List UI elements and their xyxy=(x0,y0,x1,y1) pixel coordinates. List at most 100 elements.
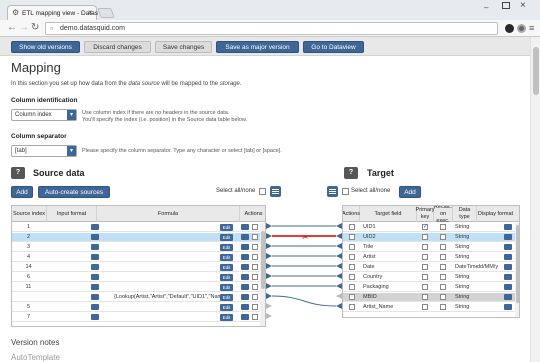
edit-formula-button[interactable]: Edit xyxy=(220,304,233,311)
target-row[interactable]: Artist String xyxy=(343,253,515,262)
save-changes-button[interactable]: Save changes xyxy=(155,41,212,53)
target-connector-nub[interactable] xyxy=(336,303,342,309)
row-select-checkbox[interactable] xyxy=(349,234,355,240)
target-add-button[interactable]: Add xyxy=(399,186,421,198)
window-close-icon[interactable]: × xyxy=(520,0,526,11)
primary-key-checkbox[interactable] xyxy=(422,304,428,310)
row-select-checkbox[interactable] xyxy=(349,264,355,270)
target-row[interactable]: Country String xyxy=(343,273,515,282)
reload-icon[interactable]: ↻ xyxy=(31,22,39,33)
row-select-checkbox[interactable] xyxy=(349,254,355,260)
row-select-checkbox[interactable] xyxy=(252,314,258,320)
input-format-button[interactable] xyxy=(91,294,99,300)
recalc-checkbox[interactable] xyxy=(440,234,446,240)
edit-formula-button[interactable]: Edit xyxy=(220,254,233,261)
close-icon[interactable]: × xyxy=(88,8,93,17)
row-action-button[interactable] xyxy=(504,274,512,280)
browser-tab[interactable]: ⚙ ETL mapping view - Datas × xyxy=(7,5,98,20)
target-connector-nub[interactable] xyxy=(336,253,342,259)
edit-formula-button[interactable]: Edit xyxy=(220,274,233,281)
target-row[interactable]: UID2 String xyxy=(343,233,515,242)
list-icon[interactable] xyxy=(270,186,281,197)
auto-create-sources-button[interactable]: Auto-create sources xyxy=(38,186,110,198)
column-separator-select[interactable]: [tab] ▾ xyxy=(11,145,77,157)
target-row[interactable]: UID1 String xyxy=(343,223,515,232)
row-action-button[interactable] xyxy=(504,244,512,250)
target-row[interactable]: Packaging String xyxy=(343,283,515,292)
primary-key-checkbox[interactable] xyxy=(422,234,428,240)
extension-icon-2[interactable] xyxy=(517,24,526,33)
primary-key-checkbox[interactable] xyxy=(422,264,428,270)
row-action-button[interactable] xyxy=(504,234,512,240)
page-scrollbar[interactable] xyxy=(530,37,540,362)
edit-formula-button[interactable]: Edit xyxy=(220,284,233,291)
target-row[interactable]: Artist_Name String xyxy=(343,303,515,312)
row-action-button[interactable] xyxy=(241,224,249,230)
target-connector-nub[interactable] xyxy=(336,293,342,299)
row-action-button[interactable] xyxy=(504,294,512,300)
source-connector-nub[interactable] xyxy=(266,313,272,319)
source-help-button[interactable]: ? xyxy=(11,167,25,179)
input-format-button[interactable] xyxy=(91,224,99,230)
row-select-checkbox[interactable] xyxy=(252,264,258,270)
input-format-button[interactable] xyxy=(91,284,99,290)
row-action-button[interactable] xyxy=(241,304,249,310)
source-row[interactable]: 3 Edit xyxy=(12,243,260,252)
target-row[interactable]: MBID String xyxy=(343,293,515,302)
recalc-checkbox[interactable] xyxy=(440,274,446,280)
row-action-button[interactable] xyxy=(241,234,249,240)
target-connector-nub[interactable] xyxy=(336,223,342,229)
row-select-checkbox[interactable] xyxy=(349,274,355,280)
edit-formula-button[interactable]: Edit xyxy=(220,294,233,301)
target-connector-nub[interactable] xyxy=(336,273,342,279)
row-select-checkbox[interactable] xyxy=(252,244,258,250)
recalc-checkbox[interactable] xyxy=(440,284,446,290)
input-format-button[interactable] xyxy=(91,244,99,250)
column-identification-select[interactable]: Column index ▾ xyxy=(11,109,77,121)
target-help-button[interactable]: ? xyxy=(344,167,358,179)
source-connector-nub[interactable] xyxy=(266,283,272,289)
discard-changes-button[interactable]: Discard changes xyxy=(84,41,151,53)
recalc-checkbox[interactable] xyxy=(440,294,446,300)
row-select-checkbox[interactable] xyxy=(252,294,258,300)
target-connector-nub[interactable] xyxy=(336,233,342,239)
target-connector-nub[interactable] xyxy=(336,243,342,249)
source-select-all-checkbox[interactable] xyxy=(259,188,266,195)
input-format-button[interactable] xyxy=(91,274,99,280)
edit-formula-button[interactable]: Edit xyxy=(220,264,233,271)
source-connector-nub[interactable] xyxy=(266,253,272,259)
edit-formula-button[interactable]: Edit xyxy=(220,224,233,231)
scissors-icon[interactable]: ✂ xyxy=(302,233,309,242)
row-select-checkbox[interactable] xyxy=(349,304,355,310)
edit-formula-button[interactable]: Edit xyxy=(220,244,233,251)
source-connector-nub[interactable] xyxy=(266,303,272,309)
source-connector-nub[interactable] xyxy=(266,223,272,229)
source-row[interactable]: {Lookup(Artist,"Artist","Default","UID1"… xyxy=(12,293,260,302)
primary-key-checkbox[interactable] xyxy=(422,294,428,300)
new-tab-button[interactable] xyxy=(97,8,115,18)
row-select-checkbox[interactable] xyxy=(349,294,355,300)
input-format-button[interactable] xyxy=(91,304,99,310)
row-select-checkbox[interactable] xyxy=(252,234,258,240)
row-action-button[interactable] xyxy=(241,264,249,270)
minimize-icon[interactable]: – xyxy=(484,3,488,12)
row-action-button[interactable] xyxy=(504,284,512,290)
row-action-button[interactable] xyxy=(504,304,512,310)
row-select-checkbox[interactable] xyxy=(252,284,258,290)
input-format-button[interactable] xyxy=(91,314,99,320)
row-action-button[interactable] xyxy=(241,244,249,250)
source-connector-nub[interactable] xyxy=(266,263,272,269)
row-select-checkbox[interactable] xyxy=(349,224,355,230)
row-select-checkbox[interactable] xyxy=(252,274,258,280)
edit-formula-button[interactable]: Edit xyxy=(220,234,233,241)
row-action-button[interactable] xyxy=(504,264,512,270)
back-icon[interactable]: ← xyxy=(7,22,17,33)
input-format-button[interactable] xyxy=(91,264,99,270)
source-row[interactable]: 5 Edit xyxy=(12,303,260,312)
recalc-checkbox[interactable] xyxy=(440,264,446,270)
save-major-version-button[interactable]: Save as major version xyxy=(216,41,299,53)
source-row[interactable]: 4 Edit xyxy=(12,253,260,262)
row-action-button[interactable] xyxy=(241,274,249,280)
primary-key-checkbox[interactable] xyxy=(422,274,428,280)
row-select-checkbox[interactable] xyxy=(252,254,258,260)
